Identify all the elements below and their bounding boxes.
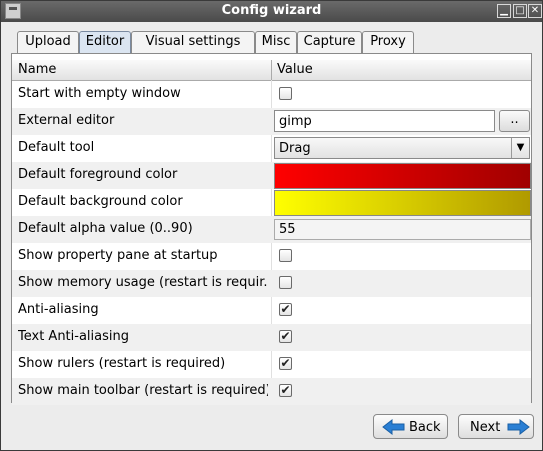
property-name: Default tool [18,140,95,155]
table-row: Show main toolbar (restart is required) … [12,378,531,405]
table-row: Show rulers (restart is required) ✔ [12,351,531,378]
tab-misc[interactable]: Misc [255,31,297,53]
show-rulers-checkbox[interactable]: ✔ [279,357,292,370]
table-row: Anti-aliasing ✔ [12,297,531,324]
minimize-button[interactable]: ▁ [497,4,511,18]
arrow-right-icon [507,419,530,435]
back-button-label: Back [409,420,441,435]
config-wizard-window: Config wizard ▁ □ ✕ Upload Editor Visual… [0,0,543,451]
tab-editor[interactable]: Editor [79,31,131,54]
default-tool-select[interactable]: Drag ▼ [274,137,530,159]
default-tool-value: Drag [279,141,311,156]
property-name: Show main toolbar (restart is required) [18,383,268,398]
show-memory-usage-checkbox[interactable] [279,276,292,289]
window-title: Config wizard [221,3,322,18]
tab-visual-settings[interactable]: Visual settings [131,31,255,53]
text-anti-aliasing-checkbox[interactable]: ✔ [279,330,292,343]
property-name: Text Anti-aliasing [18,329,129,344]
table-row: Show property pane at startup [12,243,531,270]
tab-upload[interactable]: Upload [17,31,79,53]
foreground-color-swatch[interactable] [274,163,531,189]
property-name: Default alpha value (0..90) [18,221,193,236]
tab-capture[interactable]: Capture [297,31,362,53]
show-main-toolbar-checkbox[interactable]: ✔ [279,384,292,397]
table-row: Default foreground color [12,162,531,189]
property-name: Start with empty window [18,86,181,101]
table-row: Default background color [12,189,531,216]
close-button[interactable]: ✕ [528,4,542,18]
arrow-left-icon [382,419,405,435]
table-row: External editor gimp .. [12,108,531,135]
chevron-down-icon[interactable]: ▼ [511,138,529,158]
back-button[interactable]: Back [373,414,448,439]
table-header: Name Value [12,60,531,81]
anti-aliasing-checkbox[interactable]: ✔ [279,303,292,316]
property-name: Anti-aliasing [18,302,99,317]
background-color-swatch[interactable] [274,190,531,216]
properties-table: Name Value Start with empty window Exter… [11,53,532,405]
alpha-value-input[interactable]: 55 [274,219,531,240]
table-row: Show memory usage (restart is requir... [12,270,531,297]
table-row: Text Anti-aliasing ✔ [12,324,531,351]
start-empty-window-checkbox[interactable] [279,87,292,100]
maximize-button[interactable]: □ [513,4,527,18]
property-name: Show property pane at startup [18,248,218,263]
title-bar[interactable]: Config wizard ▁ □ ✕ [1,1,542,22]
column-header-name[interactable]: Name [18,62,56,77]
property-name: Show memory usage (restart is requir... [18,275,268,290]
column-divider[interactable] [271,60,272,80]
column-header-value[interactable]: Value [277,62,313,77]
property-name: Default background color [18,194,183,209]
tab-proxy[interactable]: Proxy [362,31,414,53]
external-editor-input[interactable]: gimp [274,110,495,132]
browse-button[interactable]: .. [499,110,530,132]
table-row: Start with empty window [12,81,531,108]
table-row: Default alpha value (0..90) 55 [12,216,531,243]
show-property-pane-checkbox[interactable] [279,249,292,262]
table-row: Default tool Drag ▼ [12,135,531,162]
next-button[interactable]: Next [458,414,534,439]
property-name: External editor [18,113,115,128]
next-button-label: Next [470,420,501,435]
property-name: Default foreground color [18,167,178,182]
property-name: Show rulers (restart is required) [18,356,226,371]
